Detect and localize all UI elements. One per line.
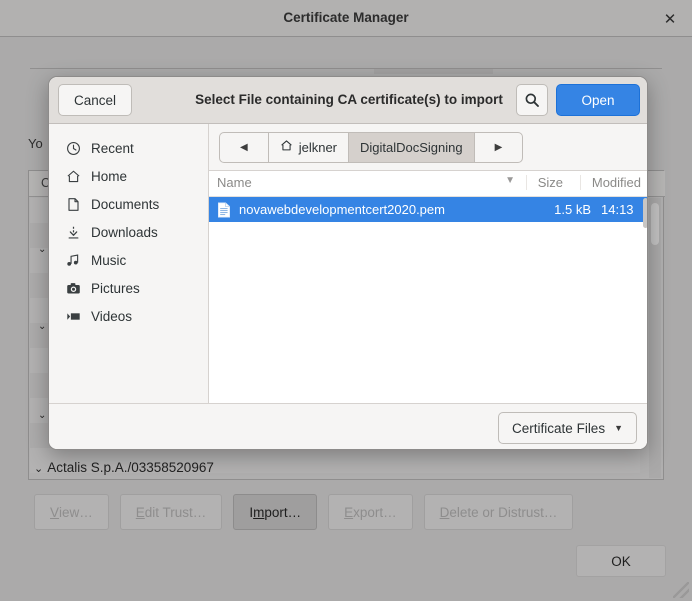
sidebar-item-pictures[interactable]: Pictures [55,274,202,302]
file-size: 1.5 kB [554,202,591,217]
view-button-mnemonic: V [50,504,60,520]
sidebar-item-recent[interactable]: Recent [55,134,202,162]
camera-icon [65,280,81,296]
search-icon[interactable] [516,84,548,116]
certificate-row-label: Actalis S.p.A./03358520967 [47,460,214,475]
certificate-intro-text: Yo [28,136,43,151]
column-header-size[interactable]: Size [525,175,563,190]
column-header-name[interactable]: Name [217,175,252,190]
breadcrumb-item-label: DigitalDocSigning [360,139,463,155]
breadcrumb-item-jelkner[interactable]: jelkner [267,131,348,163]
cancel-button[interactable]: Cancel [58,84,133,116]
export-button: Export… [328,494,413,530]
import-button-label: port… [264,504,302,520]
open-button-label: Open [581,92,615,108]
file-browser-pane: ◀ jelkner DigitalDocSigning ▶ Name ▼ Siz… [209,124,647,449]
places-sidebar[interactable]: Recent Home Documents Downloads Music Pi… [49,124,209,403]
document-icon [65,196,81,212]
clock-icon [65,140,81,156]
sidebar-item-label: Home [91,168,128,184]
tab-bar-divider [30,68,662,69]
import-button[interactable]: Im port… [233,494,318,530]
chevron-down-icon: ▼ [614,423,623,433]
view-button-label: iew… [59,504,93,520]
import-button-mnemonic: m [253,504,265,520]
open-button[interactable]: Open [556,84,640,116]
breadcrumb: ◀ jelkner DigitalDocSigning ▶ [209,124,647,171]
file-list-item[interactable]: novawebdevelopmentcert2020.pem 1.5 kB 14… [209,197,647,222]
page-title: Certificate Manager [283,10,409,25]
sidebar-item-downloads[interactable]: Downloads [55,218,202,246]
ok-button-label: OK [611,553,631,569]
sidebar-item-label: Videos [91,308,133,324]
home-icon [280,139,293,155]
file-name: novawebdevelopmentcert2020.pem [239,202,445,217]
download-icon [65,224,81,240]
delete-button-label: elete or Distrust… [449,504,558,520]
sidebar-item-music[interactable]: Music [55,246,202,274]
close-icon[interactable]: ✕ [660,10,680,30]
sidebar-item-documents[interactable]: Documents [55,190,202,218]
file-chooser-dialog: Cancel Select File containing CA certifi… [48,76,648,450]
export-button-mnemonic: E [344,504,354,520]
scrollbar-thumb[interactable] [651,203,659,245]
sidebar-item-label: Downloads [91,224,158,240]
sort-descending-icon[interactable]: ▼ [505,175,515,186]
certificate-row-actalis[interactable]: ⌄ Actalis S.p.A./03358520967 [34,460,214,475]
file-chooser-headerbar: Cancel Select File containing CA certifi… [49,77,647,124]
breadcrumb-item-digitaldocsigning[interactable]: DigitalDocSigning [348,131,474,163]
sidebar-item-label: Pictures [91,280,140,296]
video-icon [65,308,81,324]
sidebar-item-label: Music [91,252,127,268]
certificate-manager-titlebar: Certificate Manager ✕ [0,0,692,37]
delete-button-mnemonic: D [439,504,450,520]
sidebar-item-videos[interactable]: Videos [55,302,202,330]
home-icon [65,168,81,184]
sidebar-item-label: Documents [91,196,160,212]
ok-button[interactable]: OK [576,545,666,577]
file-filter-label: Certificate Files [512,420,606,436]
text-file-icon [217,202,231,218]
view-button: View… [34,494,109,530]
edit-trust-button: Edit Trust… [119,494,223,530]
export-button-label: xport… [353,504,397,520]
chevron-right-icon: ▶ [494,141,503,153]
breadcrumb-item-label: jelkner [298,139,337,155]
file-filter-dropdown[interactable]: Certificate Files ▼ [498,412,637,444]
tab-active-indicator[interactable] [374,69,493,74]
chevron-down-icon[interactable]: ⌄ [34,463,43,475]
resize-grip[interactable] [673,582,689,598]
file-list-scrollbar[interactable] [643,198,647,228]
column-header-modified[interactable]: Modified [579,175,641,190]
path-back-button[interactable]: ◀ [219,131,268,163]
chevron-left-icon: ◀ [240,141,248,153]
sidebar-item-label: Recent [91,140,134,156]
file-list-header: Name ▼ Size Modified [209,171,647,197]
cancel-button-label: Cancel [74,92,117,108]
edit-trust-button-label: dit Trust… [144,504,207,520]
path-forward-button[interactable]: ▶ [473,131,524,163]
sidebar-item-home[interactable]: Home [55,162,202,190]
file-chooser-footer: Certificate Files ▼ [49,403,647,449]
certificate-action-buttons: View… Edit Trust… Im port… Export… Delete… [34,494,574,530]
delete-or-distrust-button: Delete or Distrust… [423,494,574,530]
music-note-icon [65,252,81,268]
edit-trust-button-mnemonic: E [135,504,145,520]
file-modified: 14:13 [601,202,634,217]
